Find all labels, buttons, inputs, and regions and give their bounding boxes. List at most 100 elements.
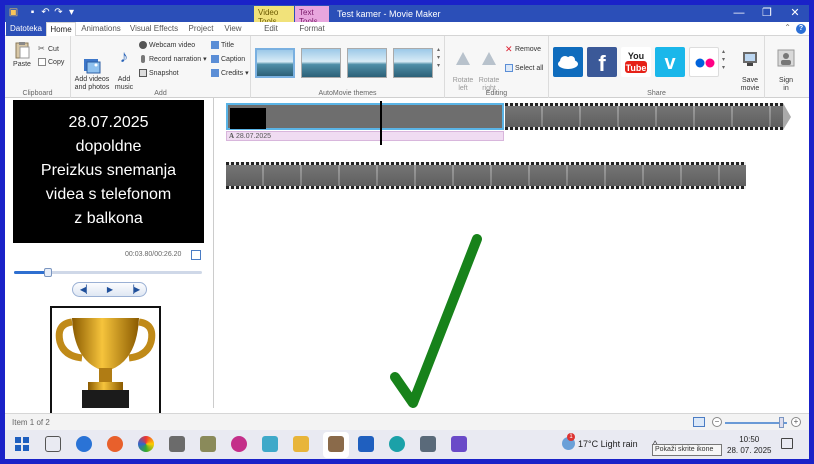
storyboard-timeline[interactable]: A 28.07.2025 <box>213 98 809 408</box>
calculator-icon[interactable] <box>420 436 436 452</box>
chrome-icon[interactable] <box>138 436 154 452</box>
theme-thumbnail-1[interactable] <box>255 48 295 78</box>
windows-start-icon[interactable] <box>14 436 30 452</box>
app-icon-bird[interactable] <box>169 436 185 452</box>
rotate-right-button[interactable]: Rotate right <box>477 41 501 93</box>
copy-button[interactable]: Copy <box>38 58 64 68</box>
tab-home[interactable]: Home <box>46 22 76 36</box>
seek-progress <box>14 271 48 274</box>
remove-button[interactable]: ✕ Remove <box>505 45 541 55</box>
share-scroll-icon[interactable]: ▴ ▾ ▾ <box>722 48 725 72</box>
playhead[interactable] <box>380 101 382 145</box>
tab-animations[interactable]: Animations <box>81 22 121 36</box>
edge-icon[interactable] <box>389 436 405 452</box>
select-all-label: Select all <box>515 65 544 72</box>
group-share: f You Tube v ▴ ▾ ▾ Save movie Share <box>549 36 765 98</box>
group-label-clipboard: Clipboard <box>22 90 53 97</box>
narration-dropdown-icon[interactable]: ▾ <box>201 56 207 63</box>
clip-continues-arrow <box>783 103 791 130</box>
flickr-share-button[interactable] <box>689 47 719 77</box>
firefox-icon[interactable] <box>107 436 123 452</box>
theme-thumbnail-4[interactable] <box>393 48 433 78</box>
tab-edit[interactable]: Edit <box>260 22 282 36</box>
rotate-left-button[interactable]: Rotate left <box>451 41 475 93</box>
narration-label: Record narration <box>149 56 202 63</box>
paste-button[interactable]: Paste <box>9 41 35 69</box>
vimeo-share-button[interactable]: v <box>655 47 685 77</box>
save-movie-icon <box>741 49 759 67</box>
notification-center-icon[interactable] <box>781 438 793 449</box>
movie-maker-taskbar-icon[interactable] <box>328 436 344 452</box>
play-button[interactable]: ▶ <box>98 284 122 296</box>
edge-legacy-icon[interactable] <box>76 436 92 452</box>
title-button[interactable]: Title <box>211 41 234 51</box>
task-view-icon[interactable] <box>45 436 61 452</box>
video-clip-2[interactable] <box>226 162 746 189</box>
app-icon-settings[interactable] <box>451 436 467 452</box>
record-narration-button[interactable]: Record narration ▾ <box>139 55 207 65</box>
previous-frame-button[interactable]: ◀▏ <box>74 284 98 296</box>
caption-track-label: 28.07.2025 <box>236 133 272 140</box>
credits-dropdown-icon[interactable]: ▾ <box>243 70 249 77</box>
collapse-ribbon-icon[interactable]: ⌃ <box>784 23 791 32</box>
zoom-in-button[interactable]: + <box>791 417 801 427</box>
close-button[interactable]: ✕ <box>781 5 809 22</box>
themes-scroll-icon[interactable]: ▴ ▾ ▾ <box>437 46 440 70</box>
tab-format[interactable]: Format <box>297 22 327 36</box>
zoom-handle[interactable] <box>779 417 784 428</box>
select-all-button[interactable]: Select all <box>505 64 543 74</box>
redo-icon[interactable]: ↷ <box>53 7 64 18</box>
tab-view[interactable]: View <box>222 22 244 36</box>
cut-button[interactable]: ✂ Cut <box>38 45 59 55</box>
save-movie-button[interactable]: Save movie <box>737 41 763 93</box>
snapshot-button[interactable]: Snapshot <box>139 69 179 79</box>
add-videos-label: Add videos and photos <box>74 76 110 91</box>
help-icon[interactable]: ? <box>796 24 806 34</box>
maximize-button[interactable]: ❐ <box>753 5 781 22</box>
fullscreen-preview-icon[interactable] <box>191 250 201 260</box>
weather-widget[interactable]: 17°C Light rain <box>578 439 638 449</box>
thumbnail-size-icon[interactable] <box>693 417 705 427</box>
system-clock[interactable]: 10:50 28. 07. 2025 <box>727 434 771 456</box>
save-icon[interactable]: ▪ <box>27 7 38 18</box>
zoom-out-button[interactable]: − <box>712 417 722 427</box>
title-clip[interactable] <box>226 103 504 130</box>
app-icon-calendar[interactable] <box>358 436 374 452</box>
title-label: Title <box>221 42 234 49</box>
caption-button[interactable]: Caption <box>211 55 245 65</box>
status-bar: Item 1 of 2 − + <box>5 413 809 430</box>
sign-in-button[interactable]: Sign in <box>773 41 799 93</box>
theme-thumbnail-2[interactable] <box>301 48 341 78</box>
clock-date: 28. 07. 2025 <box>727 446 772 455</box>
quick-access-dropdown-icon[interactable]: ▾ <box>66 7 77 18</box>
add-videos-photos-button[interactable]: Add videos and photos <box>74 40 110 92</box>
music-note-icon: ♪ <box>119 47 129 66</box>
tab-visual-effects[interactable]: Visual Effects <box>129 22 179 36</box>
app-icon-gimp[interactable] <box>200 436 216 452</box>
video-clip-1[interactable] <box>505 103 783 130</box>
app-icon-photos[interactable] <box>262 436 278 452</box>
tab-project[interactable]: Project <box>186 22 216 36</box>
group-editing: Rotate left Rotate right ✕ Remove Select … <box>445 36 549 98</box>
seek-bar[interactable] <box>14 268 202 277</box>
youtube-share-button[interactable]: You Tube <box>621 47 651 77</box>
minimize-button[interactable]: — <box>725 5 753 22</box>
caption-track-item[interactable]: A 28.07.2025 <box>226 131 504 141</box>
zoom-slider[interactable] <box>725 422 787 424</box>
sign-in-label: Sign in <box>778 77 793 92</box>
app-icon-paint[interactable] <box>231 436 247 452</box>
next-frame-button[interactable]: ▕▶ <box>122 284 146 296</box>
paste-label: Paste <box>13 61 31 68</box>
file-explorer-icon[interactable] <box>293 436 309 452</box>
theme-thumbnail-3[interactable] <box>347 48 387 78</box>
webcam-video-button[interactable]: Webcam video <box>139 41 195 51</box>
rotate-left-icon <box>454 49 472 67</box>
undo-icon[interactable]: ↶ <box>40 7 51 18</box>
facebook-share-button[interactable]: f <box>587 47 617 77</box>
video-preview[interactable]: 28.07.2025 dopoldne Preizkus snemanja vi… <box>13 100 204 243</box>
credits-button[interactable]: Credits ▾ <box>211 69 249 79</box>
tab-file[interactable]: Datoteka <box>6 22 46 36</box>
onedrive-share-button[interactable] <box>553 47 583 77</box>
add-music-button[interactable]: ♪ Add music <box>113 40 135 92</box>
seek-handle[interactable] <box>43 268 52 277</box>
